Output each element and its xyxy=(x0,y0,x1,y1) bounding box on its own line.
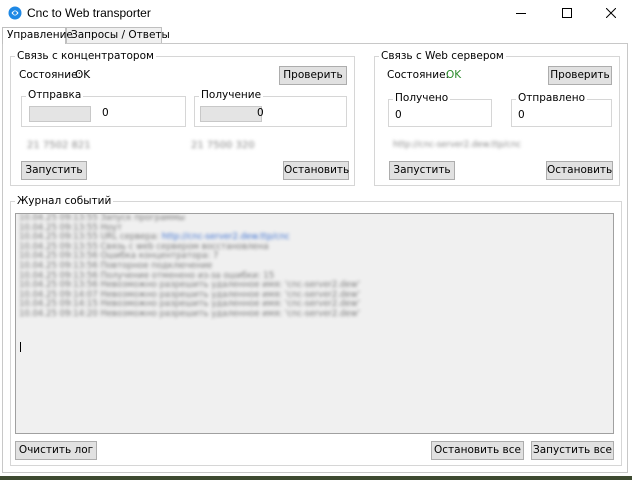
webserver-check-button[interactable]: Проверить xyxy=(548,66,612,85)
log-timestamp: 10.04.25 09:13:56 xyxy=(19,260,101,271)
log-lines: 10.04.25 09:13:55 Запуск программы 10.04.… xyxy=(16,214,613,320)
webserver-received-label: Получено xyxy=(393,92,451,104)
webserver-sent-value: 0 xyxy=(518,109,525,121)
log-message: Связь с web сервером восстановлена xyxy=(100,241,269,252)
webserver-start-button[interactable]: Запустить xyxy=(389,161,455,180)
event-log[interactable]: 10.04.25 09:13:55 Запуск программы 10.04.… xyxy=(15,213,614,434)
minimize-icon xyxy=(516,13,526,14)
log-message: Запуск программы xyxy=(100,213,185,223)
log-message: Получение отменено из-за ошибки: 15 xyxy=(100,270,275,281)
maximize-icon xyxy=(562,8,572,18)
concentrator-received-indicator xyxy=(200,106,262,122)
concentrator-start-button[interactable]: Запустить xyxy=(21,161,87,180)
log-timestamp: 10.04.25 09:14:15 xyxy=(19,299,101,310)
concentrator-sent-label: Отправка xyxy=(26,89,84,101)
webserver-status-label: Состояние: xyxy=(387,69,450,81)
tab-requests[interactable]: Запросы / Ответы xyxy=(66,27,170,43)
log-timestamp: 10.04.25 09:13:55 xyxy=(19,232,101,243)
concentrator-info-right: 21 7500 320 xyxy=(191,140,255,151)
app-window: Cnc to Web transporter Управление Запрос… xyxy=(0,0,632,476)
tab-control[interactable]: Управление xyxy=(2,27,73,44)
log-message: Невозможно разрешить удаленное имя: 'cnc… xyxy=(100,308,360,319)
concentrator-received-box: Получение 0 xyxy=(194,89,347,127)
app-logo-icon xyxy=(8,6,22,20)
webserver-stop-button[interactable]: Остановить xyxy=(546,161,613,180)
close-icon xyxy=(606,8,616,18)
log-timestamp: 10.04.25 09:13:55 xyxy=(19,213,101,223)
clear-log-button[interactable]: Очистить лог xyxy=(15,441,97,460)
concentrator-info-left: 21 7502 821 xyxy=(27,140,91,151)
webserver-url: http://cnc-server2.dew.ttp/cnc xyxy=(393,140,522,150)
desktop-background xyxy=(0,476,632,480)
concentrator-received-value: 0 xyxy=(257,107,264,119)
log-message: Ошибка концентратора: 7 xyxy=(100,251,219,262)
webserver-sent-label: Отправлено xyxy=(516,92,587,104)
log-message: Ноут xyxy=(100,222,123,233)
webserver-received-box: Получено 0 xyxy=(388,92,492,127)
concentrator-stop-button[interactable]: Остановить xyxy=(283,161,349,180)
webserver-sent-box: Отправлено 0 xyxy=(511,92,612,127)
log-timestamp: 10.04.25 09:13:56 xyxy=(19,251,101,262)
window-title: Cnc to Web transporter xyxy=(27,6,151,20)
close-button[interactable] xyxy=(588,0,632,26)
start-all-button[interactable]: Запустить все xyxy=(531,441,614,460)
log-message: URL сервера: xyxy=(100,232,160,243)
log-timestamp: 10.04.25 09:13:56 xyxy=(19,270,101,281)
log-timestamp: 10.04.25 09:14:20 xyxy=(19,308,101,319)
journal-legend: Журнал событий xyxy=(17,195,112,207)
log-message: Невозможно разрешить удаленное имя: 'cnc… xyxy=(100,280,360,291)
stop-all-button[interactable]: Остановить все xyxy=(431,441,524,460)
webserver-status-value: OK xyxy=(446,69,462,81)
concentrator-sent-box: Отправка 0 xyxy=(21,89,186,127)
concentrator-status-label: Состояние: xyxy=(19,69,82,81)
log-message: Невозможно разрешить удаленное имя: 'cnc… xyxy=(100,289,360,300)
log-message: Повторное подключение xyxy=(100,260,213,271)
log-timestamp: 10.04.25 09:13:56 xyxy=(19,280,101,291)
title-bar[interactable]: Cnc to Web transporter xyxy=(0,0,632,26)
concentrator-received-label: Получение xyxy=(199,89,264,101)
concentrator-check-button[interactable]: Проверить xyxy=(279,66,347,85)
log-timestamp: 10.04.25 09:13:55 xyxy=(19,222,101,233)
concentrator-legend: Связь с концентратором xyxy=(17,50,154,62)
log-timestamp: 10.04.25 09:14:07 xyxy=(19,289,101,300)
concentrator-sent-indicator xyxy=(29,106,91,122)
webserver-received-value: 0 xyxy=(395,109,402,121)
log-timestamp: 10.04.25 09:13:55 xyxy=(19,241,101,252)
concentrator-status-value: OK xyxy=(75,69,91,81)
text-caret xyxy=(20,342,21,352)
maximize-button[interactable] xyxy=(544,0,590,26)
log-message: Невозможно разрешить удаленное имя: 'cnc… xyxy=(100,299,360,310)
log-line: 10.04.25 09:14:20 Невозможно разрешить у… xyxy=(16,308,613,320)
log-link[interactable]: http://cnc-server2.dew.ttp/cnc xyxy=(159,232,290,242)
concentrator-sent-value: 0 xyxy=(102,107,109,119)
minimize-button[interactable] xyxy=(498,0,544,26)
webserver-legend: Связь с Web сервером xyxy=(381,50,504,62)
